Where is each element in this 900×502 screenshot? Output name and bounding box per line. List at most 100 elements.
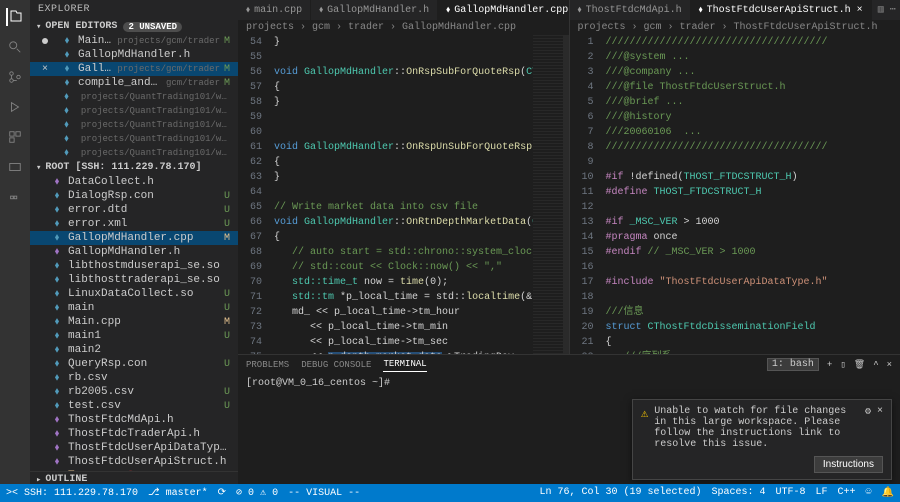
file-tree-item[interactable]: ⬧Trawww.ym8a.cnU <box>30 469 238 471</box>
kill-terminal-icon[interactable]: 🗑 <box>854 360 865 370</box>
open-editor-item[interactable]: ⬧performance.pyprojects/QuantTrading101/… <box>30 146 238 160</box>
open-editor-item[interactable]: ⬧event.pyprojects/QuantTrading101/week3 <box>30 104 238 118</box>
editor-tab[interactable]: ⬧GallopMdHandler.cpp <box>438 0 568 20</box>
file-tree-item[interactable]: ⬧ThostFtdcUserApiDataType.h <box>30 441 238 455</box>
language-mode[interactable]: C++ <box>838 487 856 499</box>
breadcrumb-right[interactable]: projects › gcm › trader › ThostFtdcUserA… <box>570 20 900 35</box>
breadcrumb-left[interactable]: projects › gcm › trader › GallopMdHandle… <box>238 20 569 35</box>
problems-count[interactable]: ⊘ 0 ⚠ 0 <box>236 487 278 499</box>
file-icon: ⬧ <box>60 119 73 131</box>
file-icon: ⬧ <box>60 49 74 61</box>
file-tree-item[interactable]: ⬧GallopMdHandler.cppM <box>30 231 238 245</box>
terminal[interactable]: [root@VM_0_16_centos ~]# <box>238 374 900 393</box>
file-tree-item[interactable]: ⬧rb.csv <box>30 371 238 385</box>
notifications-icon[interactable]: 🔔 <box>882 487 894 499</box>
indent[interactable]: Spaces: 4 <box>711 487 765 499</box>
split-terminal-icon[interactable]: ▯ <box>840 360 845 370</box>
open-editors-header[interactable]: ▾ OPEN EDITORS 2 UNSAVED <box>30 19 238 34</box>
file-tree-item[interactable]: ⬧ThostFtdcUserApiStruct.h <box>30 455 238 469</box>
file-tree-item[interactable]: ⬧libthosttraderapi_se.so <box>30 273 238 287</box>
scm-icon[interactable] <box>6 68 24 86</box>
file-tree-item[interactable]: ⬧error.dtdU <box>30 203 238 217</box>
eol[interactable]: LF <box>816 487 828 499</box>
open-editor-item[interactable]: ⬧Main.cppprojects/gcm/traderM <box>30 34 238 48</box>
cursor-position[interactable]: Ln 76, Col 30 (19 selected) <box>539 487 701 499</box>
new-terminal-icon[interactable]: + <box>827 360 832 370</box>
file-icon: ⬧ <box>50 442 64 454</box>
file-tree-item[interactable]: ⬧ThostFtdcMdApi.h <box>30 413 238 427</box>
close-icon[interactable]: × <box>877 406 883 450</box>
open-editor-item[interactable]: ⬧execution.pyprojects/QuantTrading101/we… <box>30 118 238 132</box>
editor-tab[interactable]: ⬧ThostFtdcUserApiStruct.h× <box>691 0 872 20</box>
open-editor-item[interactable]: ×⬧GallopMdHandler.cppprojects/gcm/trader… <box>30 62 238 76</box>
file-tree-item[interactable]: ⬧GallopMdHandler.h <box>30 245 238 259</box>
file-tree-item[interactable]: ⬧mainU <box>30 301 238 315</box>
more-icon[interactable]: ⋯ <box>890 4 896 16</box>
close-icon[interactable]: × <box>857 5 863 16</box>
gear-icon[interactable]: ⚙ <box>865 406 871 450</box>
editor-right[interactable]: 1234567891011121314151617181920212223242… <box>570 35 900 354</box>
remote-icon[interactable] <box>6 158 24 176</box>
file-tree-item[interactable]: ⬧rb2005.csvU <box>30 385 238 399</box>
sync-icon[interactable]: ⟳ <box>218 487 226 499</box>
docker-icon[interactable] <box>6 188 24 206</box>
line-gutter: 1234567891011121314151617181920212223242… <box>570 35 600 354</box>
code-content[interactable]: } void GallopMdHandler::OnRspSubForQuote… <box>268 35 533 354</box>
file-tree-item[interactable]: ⬧Main.cppM <box>30 315 238 329</box>
extensions-icon[interactable] <box>6 128 24 146</box>
sidebar-title: EXPLORER <box>30 0 238 19</box>
instructions-button[interactable]: Instructions <box>814 456 883 473</box>
file-tree-item[interactable]: ⬧libthostmduserapi_se.so <box>30 259 238 273</box>
remote-indicator[interactable]: >< SSH: 111.229.78.170 <box>6 488 138 499</box>
open-editor-item[interactable]: ⬧GallopMdHandler.h <box>30 48 238 62</box>
file-icon: ⬧ <box>50 386 64 398</box>
file-icon: ⬧ <box>50 302 64 314</box>
feedback-icon[interactable]: ☺ <box>866 487 872 499</box>
file-icon: ⬧ <box>60 147 73 159</box>
file-icon: ⬧ <box>50 274 64 286</box>
code-content[interactable]: ///////////////////////////////////// //… <box>600 35 900 354</box>
file-icon: ⬧ <box>60 133 73 145</box>
split-icon[interactable]: ▥ <box>878 4 884 16</box>
open-editor-item[interactable]: ⬧myconstants.pyprojects/QuantTrading101/… <box>30 132 238 146</box>
file-tree-item[interactable]: ⬧DataCollect.h <box>30 175 238 189</box>
editor-tab[interactable]: ⬧ThostFtdcMdApi.h <box>570 0 691 20</box>
file-tree-item[interactable]: ⬧main1U <box>30 329 238 343</box>
activity-bar <box>0 0 30 502</box>
editor-tab[interactable]: ⬧main.cpp <box>238 0 311 20</box>
file-icon: ⬧ <box>50 204 64 216</box>
maximize-panel-icon[interactable]: ^ <box>873 360 878 370</box>
file-tree-item[interactable]: ⬧LinuxDataCollect.soU <box>30 287 238 301</box>
file-tree-item[interactable]: ⬧QueryRsp.conU <box>30 357 238 371</box>
file-tree-item[interactable]: ⬧DialogRsp.conU <box>30 189 238 203</box>
file-icon: ⬧ <box>699 5 703 15</box>
editor-left[interactable]: 5455565758596061626364656667686970717273… <box>238 35 569 354</box>
editor-tab[interactable]: ⬧GallopMdHandler.h <box>311 0 438 20</box>
file-tree-item[interactable]: ⬧test.csvU <box>30 399 238 413</box>
dirty-dot-icon <box>42 38 48 44</box>
panel-tab-terminal[interactable]: TERMINAL <box>383 357 426 372</box>
file-tree-item[interactable]: ⬧ThostFtdcTraderApi.h <box>30 427 238 441</box>
close-icon[interactable]: × <box>42 64 48 75</box>
notification-message: Unable to watch for file changes in this… <box>654 406 859 450</box>
workspace-root-header[interactable]: ▾ ROOT [SSH: 111.229.78.170] <box>30 160 238 175</box>
minimap[interactable] <box>533 35 563 354</box>
open-editor-item[interactable]: ⬧compile_and_run.shgcm/traderM <box>30 76 238 90</box>
warning-icon: ⚠ <box>641 406 648 450</box>
close-panel-icon[interactable]: × <box>887 360 892 370</box>
git-branch[interactable]: ⎇ master* <box>148 487 208 499</box>
encoding[interactable]: UTF-8 <box>775 487 805 499</box>
panel-tab-debug[interactable]: DEBUG CONSOLE <box>301 358 371 372</box>
editor-group-left: ⬧main.cpp⬧GallopMdHandler.h⬧GallopMdHand… <box>238 0 569 354</box>
file-icon: ⬧ <box>50 344 64 356</box>
file-icon: ⬧ <box>50 400 64 412</box>
explorer-icon[interactable] <box>6 8 24 26</box>
open-editor-item[interactable]: ⬧datahandler.pyprojects/QuantTrading101/… <box>30 90 238 104</box>
file-tree-item[interactable]: ⬧error.xmlU <box>30 217 238 231</box>
search-icon[interactable] <box>6 38 24 56</box>
file-tree-item[interactable]: ⬧main2 <box>30 343 238 357</box>
terminal-selector[interactable]: 1: bash <box>767 358 819 371</box>
panel-tab-problems[interactable]: PROBLEMS <box>246 358 289 372</box>
debug-icon[interactable] <box>6 98 24 116</box>
scrollbar[interactable] <box>563 35 569 354</box>
